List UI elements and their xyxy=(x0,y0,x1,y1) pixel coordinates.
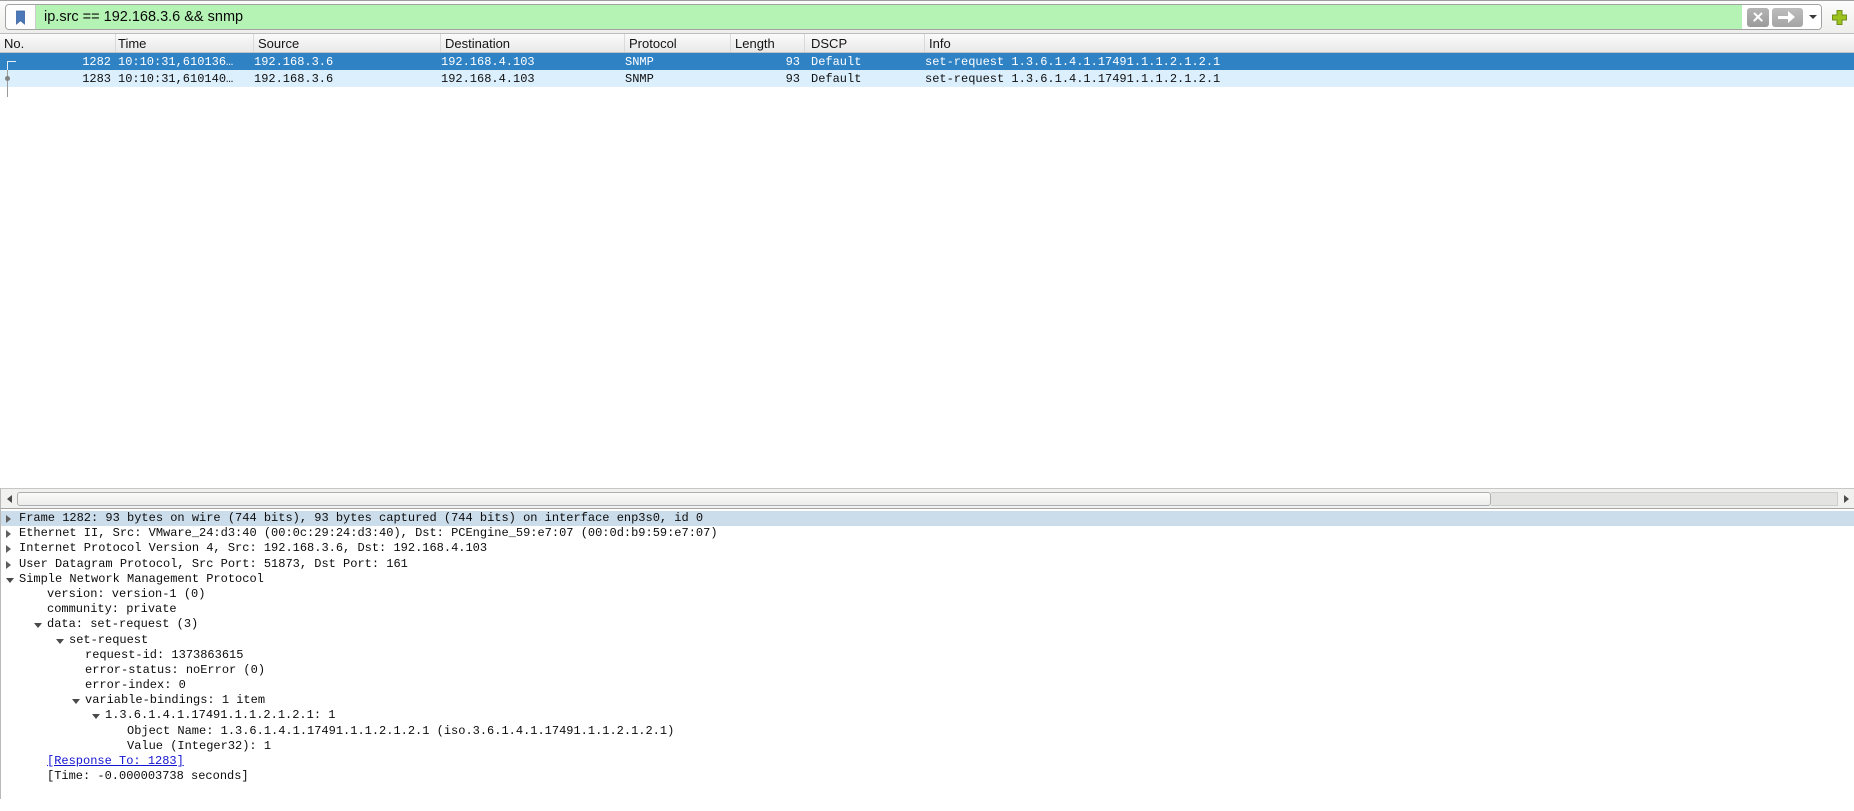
detail-row-6[interactable]: community: private xyxy=(1,602,1854,617)
collapse-icon[interactable] xyxy=(72,699,80,704)
collapse-icon[interactable] xyxy=(6,578,14,583)
detail-row-3[interactable]: User Datagram Protocol, Src Port: 51873,… xyxy=(1,557,1854,572)
detail-text: Frame 1282: 93 bytes on wire (744 bits),… xyxy=(19,511,703,525)
expand-icon[interactable] xyxy=(6,545,11,553)
detail-text: User Datagram Protocol, Src Port: 51873,… xyxy=(19,557,408,571)
detail-text: community: private xyxy=(47,602,177,616)
detail-text: Ethernet II, Src: VMware_24:d3:40 (00:0c… xyxy=(19,526,718,540)
detail-text: [Time: -0.000003738 seconds] xyxy=(47,769,249,783)
packet-list: No.TimeSourceDestinationProtocolLengthDS… xyxy=(0,34,1854,508)
related-packet-icon xyxy=(5,76,10,81)
detail-row-4[interactable]: Simple Network Management Protocol xyxy=(1,572,1854,587)
collapse-icon[interactable] xyxy=(92,714,100,719)
column-header-no[interactable]: No. xyxy=(0,34,116,52)
scroll-left-button[interactable] xyxy=(1,489,17,508)
detail-text: version: version-1 (0) xyxy=(47,587,205,601)
detail-row-1[interactable]: Ethernet II, Src: VMware_24:d3:40 (00:0c… xyxy=(1,526,1854,541)
detail-row-9[interactable]: request-id: 1373863615 xyxy=(1,648,1854,663)
detail-row-5[interactable]: version: version-1 (0) xyxy=(1,587,1854,602)
column-header-time[interactable]: Time xyxy=(116,34,254,52)
cell-length: 93 xyxy=(731,55,805,69)
collapse-icon[interactable] xyxy=(56,639,64,644)
apply-filter-button[interactable] xyxy=(1772,8,1803,27)
cell-info: set-request 1.3.6.1.4.1.17491.1.1.2.1.2.… xyxy=(925,72,1854,86)
bookmark-icon xyxy=(15,10,26,25)
packet-list-body: 128210:10:31,610136…192.168.3.6192.168.4… xyxy=(0,53,1854,488)
horizontal-scrollbar[interactable] xyxy=(0,488,1854,508)
detail-row-12[interactable]: variable-bindings: 1 item xyxy=(1,693,1854,708)
detail-text: Value (Integer32): 1 xyxy=(127,739,271,753)
cell-time: 10:10:31,610136… xyxy=(116,55,254,69)
packet-row-1283[interactable]: 128310:10:31,610140…192.168.3.6192.168.4… xyxy=(0,70,1854,87)
detail-text: error-status: noError (0) xyxy=(85,663,265,677)
expand-icon[interactable] xyxy=(6,530,11,538)
cell-dscp: Default xyxy=(805,72,925,86)
column-header-protocol[interactable]: Protocol xyxy=(625,34,731,52)
chevron-down-icon xyxy=(1809,15,1817,19)
column-header-source[interactable]: Source xyxy=(254,34,441,52)
cell-protocol: SNMP xyxy=(625,72,731,86)
cell-info: set-request 1.3.6.1.4.1.17491.1.1.2.1.2.… xyxy=(925,55,1854,69)
cell-length: 93 xyxy=(731,72,805,86)
packet-row-1282[interactable]: 128210:10:31,610136…192.168.3.6192.168.4… xyxy=(0,53,1854,70)
arrow-right-icon xyxy=(1844,495,1849,503)
display-filter-input[interactable]: ip.src == 192.168.3.6 && snmp xyxy=(36,5,1742,29)
detail-text: Internet Protocol Version 4, Src: 192.16… xyxy=(19,541,487,555)
cell-protocol: SNMP xyxy=(625,55,731,69)
cell-no: 1282 xyxy=(0,55,116,69)
cell-destination: 192.168.4.103 xyxy=(441,55,625,69)
detail-row-0[interactable]: Frame 1282: 93 bytes on wire (744 bits),… xyxy=(1,511,1854,526)
expand-icon[interactable] xyxy=(6,515,11,523)
column-header-dscp[interactable]: DSCP xyxy=(805,34,925,52)
detail-text: Simple Network Management Protocol xyxy=(19,572,264,586)
wireshark-window: ip.src == 192.168.3.6 && snmp No.TimeSou… xyxy=(0,0,1854,811)
detail-row-2[interactable]: Internet Protocol Version 4, Src: 192.16… xyxy=(1,541,1854,556)
column-header-length[interactable]: Length xyxy=(731,34,805,52)
packet-list-header: No.TimeSourceDestinationProtocolLengthDS… xyxy=(0,34,1854,53)
detail-row-13[interactable]: 1.3.6.1.4.1.17491.1.1.2.1.2.1: 1 xyxy=(1,708,1854,723)
conversation-line xyxy=(7,70,8,97)
cell-time: 10:10:31,610140… xyxy=(116,72,254,86)
detail-text: 1.3.6.1.4.1.17491.1.1.2.1.2.1: 1 xyxy=(105,708,335,722)
filter-toolbar: ip.src == 192.168.3.6 && snmp xyxy=(0,1,1854,34)
detail-row-10[interactable]: error-status: noError (0) xyxy=(1,663,1854,678)
detail-row-8[interactable]: set-request xyxy=(1,633,1854,648)
scrollbar-thumb[interactable] xyxy=(17,492,1491,506)
filter-query-text: ip.src == 192.168.3.6 && snmp xyxy=(44,9,243,25)
detail-text: data: set-request (3) xyxy=(47,617,198,631)
cell-no: 1283 xyxy=(0,72,116,86)
detail-row-7[interactable]: data: set-request (3) xyxy=(1,617,1854,632)
column-header-info[interactable]: Info xyxy=(925,34,1854,52)
cell-dscp: Default xyxy=(805,55,925,69)
cell-source: 192.168.3.6 xyxy=(254,72,441,86)
filter-bookmark-button[interactable] xyxy=(6,5,36,29)
column-header-destination[interactable]: Destination xyxy=(441,34,625,52)
display-filter-field[interactable]: ip.src == 192.168.3.6 && snmp xyxy=(5,4,1822,30)
detail-text: set-request xyxy=(69,633,148,647)
detail-row-17[interactable]: [Time: -0.000003738 seconds] xyxy=(1,769,1854,784)
detail-text: Object Name: 1.3.6.1.4.1.17491.1.1.2.1.2… xyxy=(127,724,674,738)
detail-row-11[interactable]: error-index: 0 xyxy=(1,678,1854,693)
add-filter-button[interactable] xyxy=(1829,7,1849,27)
scroll-right-button[interactable] xyxy=(1838,489,1854,508)
filter-history-dropdown[interactable] xyxy=(1805,5,1821,29)
detail-text: variable-bindings: 1 item xyxy=(85,693,265,707)
cell-source: 192.168.3.6 xyxy=(254,55,441,69)
conversation-start-icon xyxy=(7,61,16,70)
arrow-left-icon xyxy=(7,495,12,503)
detail-row-15[interactable]: Value (Integer32): 1 xyxy=(1,739,1854,754)
detail-row-14[interactable]: Object Name: 1.3.6.1.4.1.17491.1.1.2.1.2… xyxy=(1,724,1854,739)
detail-text: error-index: 0 xyxy=(85,678,186,692)
collapse-icon[interactable] xyxy=(34,623,42,628)
detail-link-text[interactable]: [Response To: 1283] xyxy=(47,754,184,768)
detail-text: request-id: 1373863615 xyxy=(85,648,243,662)
clear-filter-button[interactable] xyxy=(1747,8,1769,27)
expand-icon[interactable] xyxy=(6,561,11,569)
scrollbar-track[interactable] xyxy=(1491,492,1838,506)
packet-detail-pane: Frame 1282: 93 bytes on wire (744 bits),… xyxy=(0,508,1854,799)
detail-row-16[interactable]: [Response To: 1283] xyxy=(1,754,1854,769)
plus-icon xyxy=(1831,9,1848,26)
cell-destination: 192.168.4.103 xyxy=(441,72,625,86)
